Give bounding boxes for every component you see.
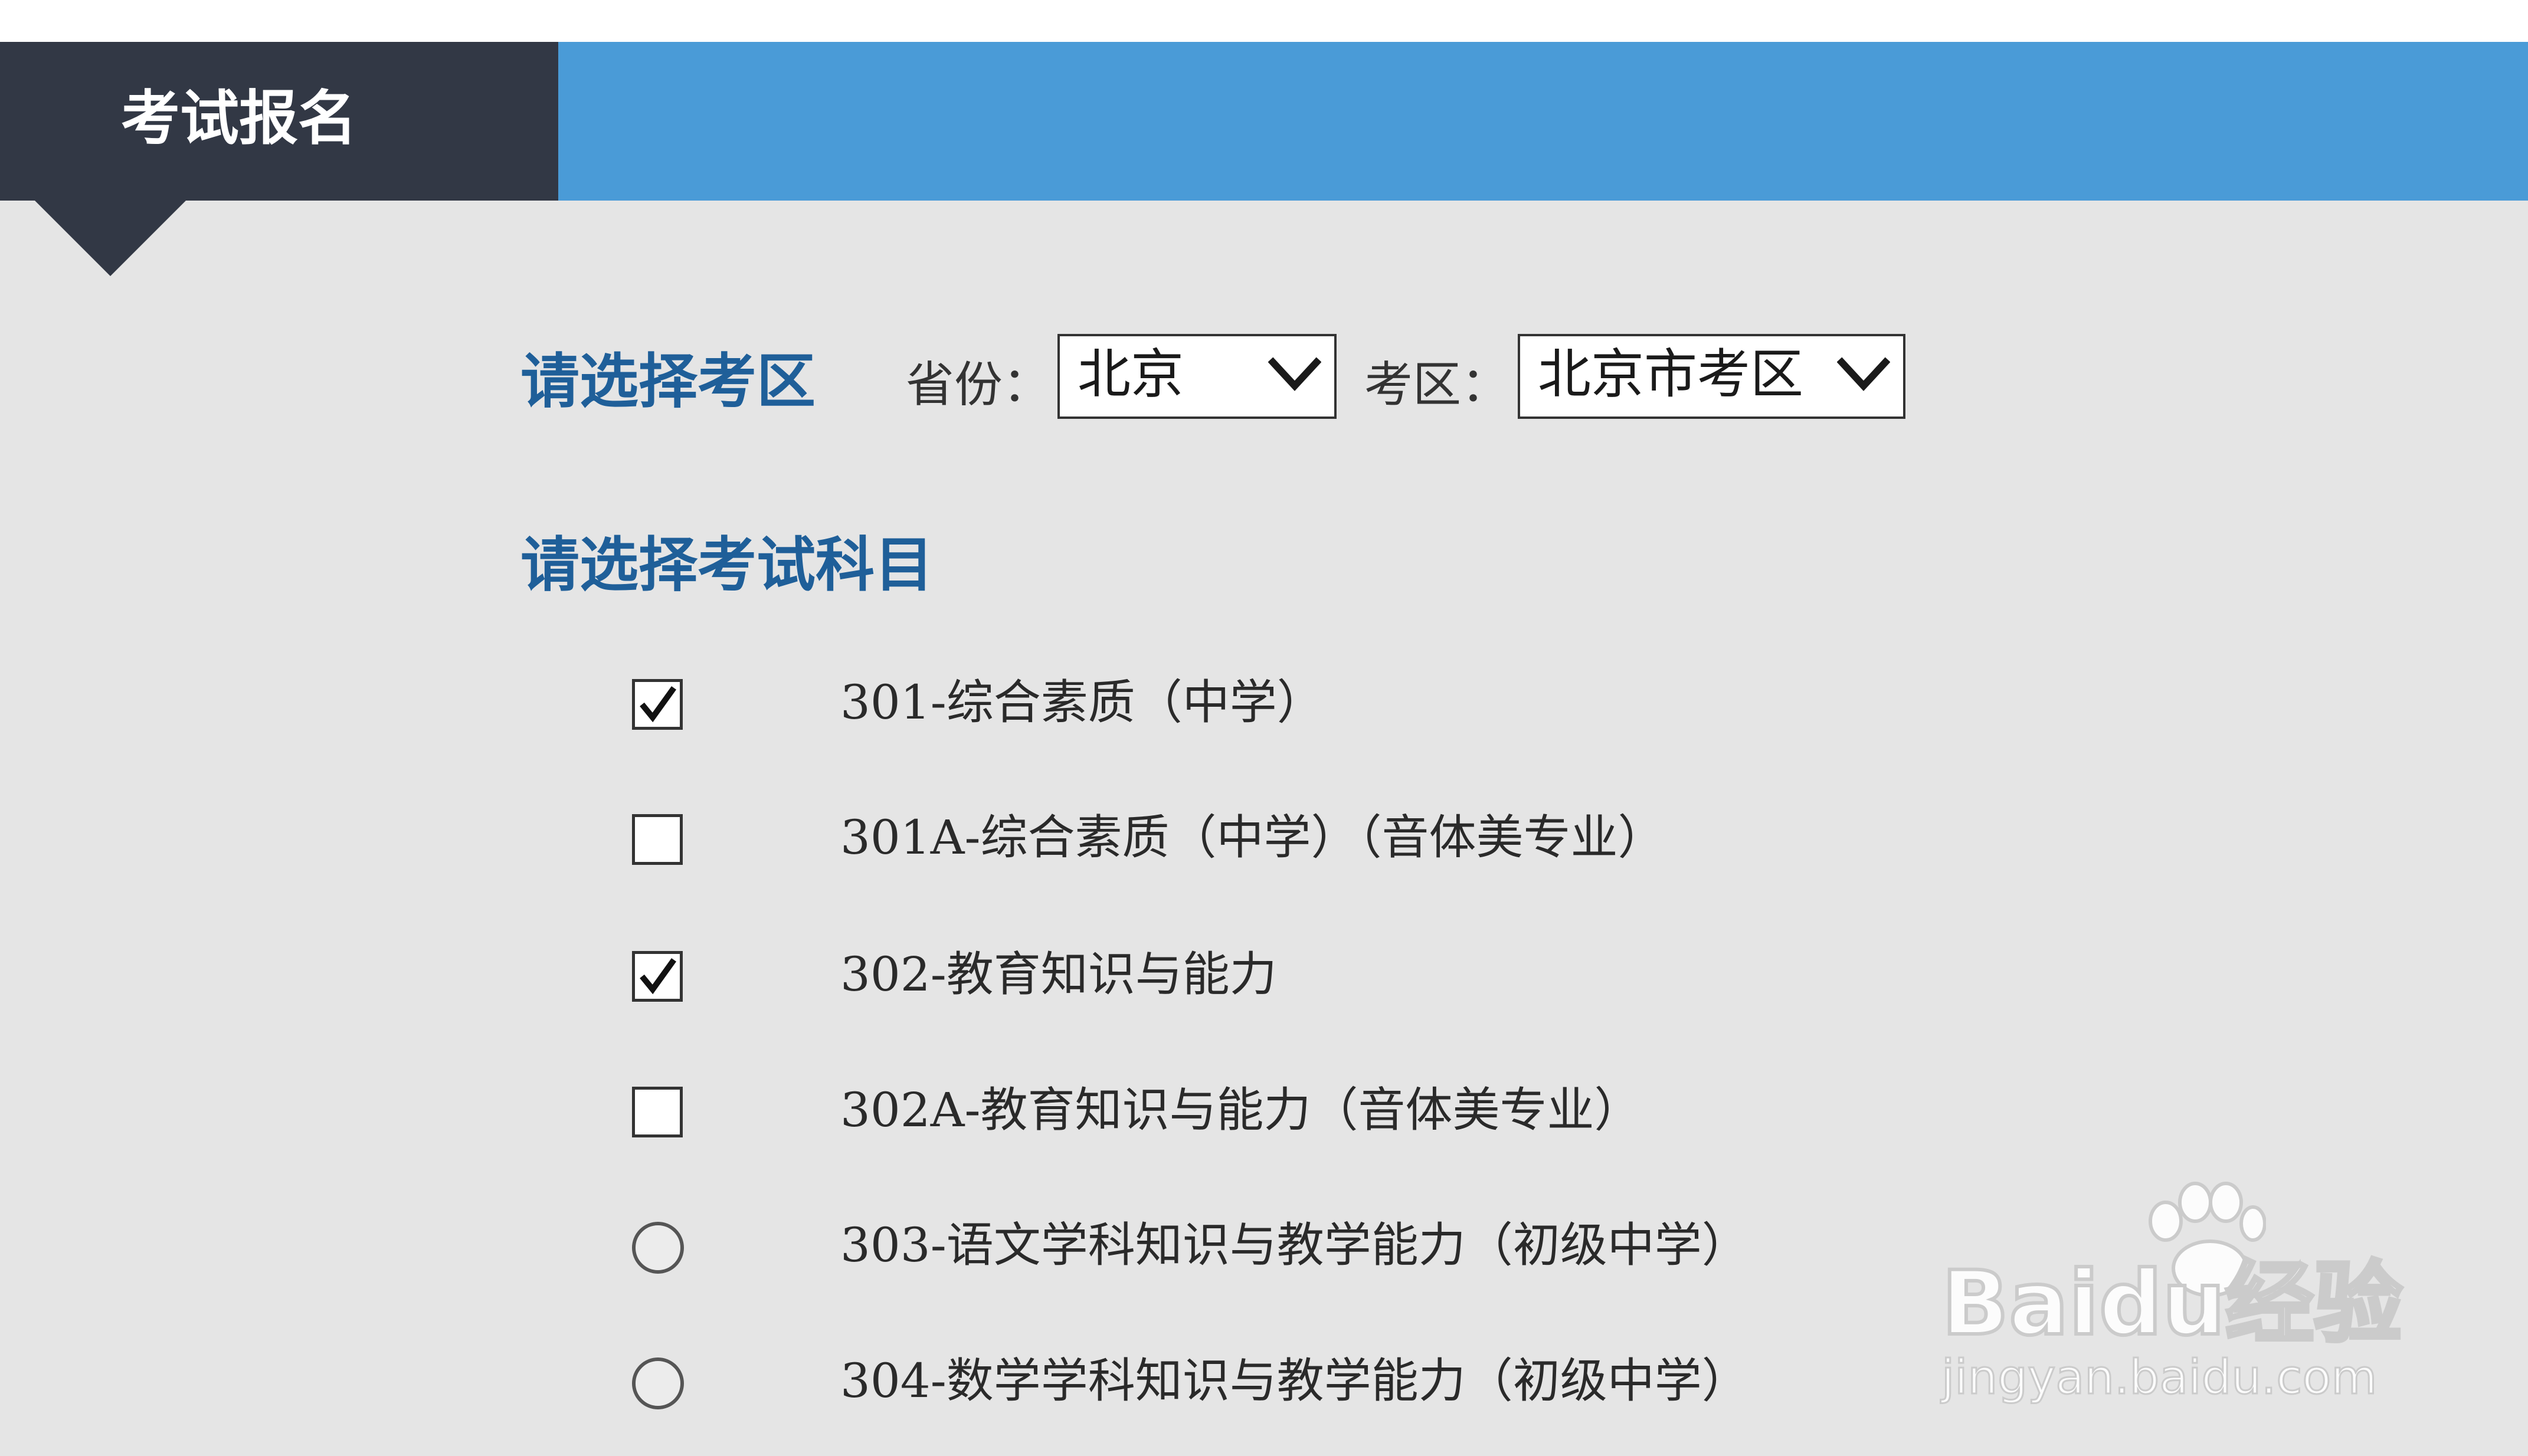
subject-option-302a[interactable]: 302A-教育知识与能力（音体美专业） bbox=[626, 1070, 1983, 1153]
district-label: 考区： bbox=[1364, 357, 1510, 413]
province-label: 省份： bbox=[906, 357, 1052, 413]
district-select[interactable]: 北京市考区 bbox=[1518, 334, 1905, 419]
header-bar bbox=[558, 42, 2528, 201]
baidu-watermark: Baidu经验 jingyan.baidu.com bbox=[1940, 1180, 2404, 1405]
watermark-url: jingyan.baidu.com bbox=[1940, 1350, 2378, 1405]
province-select[interactable]: 北京 bbox=[1057, 334, 1337, 419]
subject-label: 303-语文学科知识与教学能力（初级中学） bbox=[840, 1218, 1749, 1273]
subject-label: 301-综合素质（中学） bbox=[840, 675, 1324, 730]
subject-checkbox[interactable] bbox=[632, 1087, 683, 1137]
checkmark-icon bbox=[640, 686, 677, 723]
subject-section-title: 请选择考试科目 bbox=[520, 530, 934, 599]
page-title: 考试报名 bbox=[121, 83, 357, 153]
subject-option-301a[interactable]: 301A-综合素质（中学）（音体美专业） bbox=[626, 798, 1983, 880]
checkmark-icon bbox=[640, 958, 677, 995]
subject-label: 302-教育知识与能力 bbox=[840, 947, 1277, 1002]
chevron-down-icon bbox=[1837, 357, 1890, 391]
header-tab-pointer bbox=[34, 199, 187, 276]
chevron-down-icon bbox=[1268, 357, 1321, 391]
province-select-value: 北京 bbox=[1078, 343, 1184, 405]
subject-radio[interactable] bbox=[632, 1357, 684, 1409]
subject-checkbox[interactable] bbox=[632, 951, 683, 1002]
subject-option-304[interactable]: 304-数学学科知识与教学能力（初级中学） bbox=[626, 1341, 1983, 1424]
subject-checkbox[interactable] bbox=[632, 679, 683, 730]
top-white-strip bbox=[0, 0, 2528, 42]
subject-option-301[interactable]: 301-综合素质（中学） bbox=[626, 663, 1983, 745]
subject-label: 304-数学学科知识与教学能力（初级中学） bbox=[840, 1353, 1749, 1408]
subject-radio[interactable] bbox=[632, 1222, 684, 1274]
district-select-value: 北京市考区 bbox=[1538, 343, 1803, 405]
subject-checkbox[interactable] bbox=[632, 814, 683, 865]
subject-label: 301A-综合素质（中学）（音体美专业） bbox=[840, 810, 1665, 865]
subject-label: 302A-教育知识与能力（音体美专业） bbox=[840, 1083, 1642, 1137]
subject-option-303[interactable]: 303-语文学科知识与教学能力（初级中学） bbox=[626, 1205, 1983, 1288]
region-section-title: 请选择考区 bbox=[520, 346, 816, 416]
watermark-logo-text: Baidu经验 bbox=[1940, 1252, 2404, 1355]
subject-option-302[interactable]: 302-教育知识与能力 bbox=[626, 934, 1983, 1017]
